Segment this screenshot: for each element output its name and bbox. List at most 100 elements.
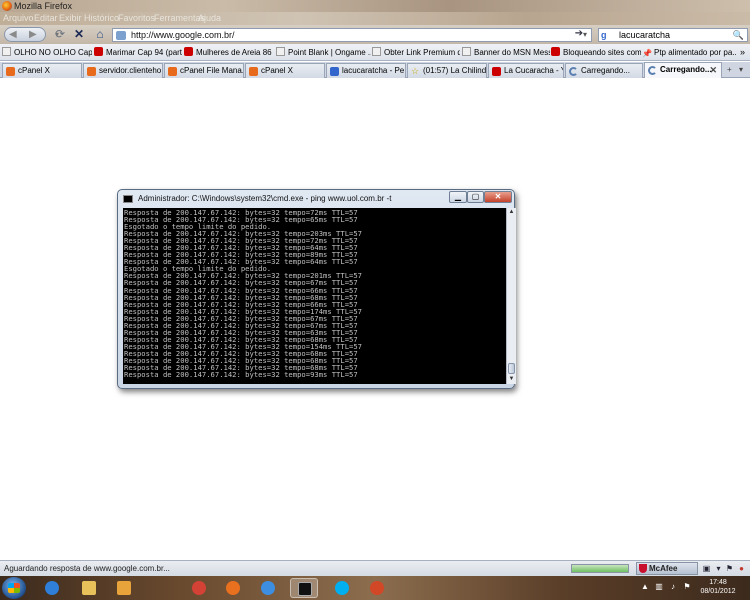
clock-time: 17:48 <box>709 579 727 586</box>
tray-show-hidden-icon[interactable]: ▲ <box>640 582 650 592</box>
page-icon <box>276 47 285 56</box>
site-identity-icon[interactable] <box>116 31 126 40</box>
taskbar-button-powerpoint[interactable] <box>363 578 391 598</box>
youtube-favicon-icon <box>492 67 501 76</box>
bookmarks-overflow-icon[interactable]: » <box>740 46 748 59</box>
url-bar[interactable]: http://www.google.com.br/ ▾ <box>112 28 592 42</box>
back-arrow-icon[interactable]: ◀ <box>9 28 17 41</box>
windows-logo-icon <box>8 583 20 593</box>
bookmark-item[interactable]: Bloqueando sites com ... <box>551 46 641 59</box>
home-icon[interactable]: ⌂ <box>92 27 108 42</box>
scroll-down-icon[interactable]: ▼ <box>507 375 516 384</box>
scroll-thumb[interactable] <box>508 363 515 374</box>
download-status-icon[interactable]: ● <box>736 563 747 574</box>
tab-strip: cPanel X servidor.clienteho... cPanel Fi… <box>0 62 750 78</box>
url-text[interactable]: http://www.google.com.br/ <box>131 29 235 41</box>
status-text: Aguardando resposta de www.google.com.br… <box>4 564 170 573</box>
tab-carregando-active[interactable]: Carregando... ✕ <box>644 62 722 78</box>
loading-progress-bar <box>571 564 629 573</box>
page-icon <box>2 47 11 56</box>
menu-arquivo[interactable]: Arquivo <box>3 13 34 24</box>
tab-lacucaratcha[interactable]: lacucaratcha - Pe... <box>326 63 406 78</box>
taskbar-button-media-player[interactable] <box>110 578 138 598</box>
tab-cpanel-x-2[interactable]: cPanel X <box>245 63 325 78</box>
close-button[interactable]: ✕ <box>484 191 512 203</box>
powerpoint-icon <box>370 581 384 595</box>
stop-icon[interactable]: ✕ <box>71 27 87 42</box>
title-bar: Mozilla Firefox <box>0 0 750 12</box>
taskbar-button-firefox[interactable] <box>219 578 247 598</box>
taskbar-button-cmd[interactable] <box>290 578 318 598</box>
search-input[interactable]: lacucaratcha <box>619 29 670 41</box>
bookmark-item[interactable]: Banner do MSN Messe... <box>462 46 550 59</box>
tab-cpanel-x[interactable]: cPanel X <box>2 63 82 78</box>
tab-la-cucaracha-youtube[interactable]: La Cucaracha - Y... <box>488 63 564 78</box>
console-output[interactable]: Resposta de 200.147.67.142: bytes=32 tem… <box>123 208 506 384</box>
console-scrollbar[interactable]: ▲ ▼ <box>506 208 516 384</box>
loading-spinner-icon <box>569 67 578 76</box>
bookmark-item[interactable]: Marimar Cap 94 (parte... <box>94 46 182 59</box>
internet-explorer-icon <box>45 581 59 595</box>
menu-editar[interactable]: Editar <box>34 13 58 24</box>
bookmark-item[interactable]: OLHO NO OLHO Capi... <box>2 46 92 59</box>
taskbar-button-explorer-folder[interactable] <box>75 578 103 598</box>
volume-icon[interactable]: ♪ <box>668 582 678 592</box>
bookmark-item[interactable]: Point Blank | Ongame ... <box>276 46 371 59</box>
google-search-engine-icon[interactable]: g <box>601 30 611 40</box>
mcafee-button[interactable]: McAfee <box>636 562 698 575</box>
bookmark-item[interactable]: 📌 Ptp alimentado por pa... <box>642 46 737 59</box>
cmd-window[interactable]: Administrador: C:\Windows\system32\cmd.e… <box>117 189 516 389</box>
page-icon <box>372 47 381 56</box>
navigation-toolbar: ◀ ▶ ▾ ⟳ ✕ ⌂ http://www.google.com.br/ ▾ … <box>0 25 750 44</box>
youtube-icon <box>184 47 193 56</box>
addon-status-icon[interactable]: ▣ <box>701 563 712 574</box>
taskbar-button-skype[interactable] <box>328 578 356 598</box>
taskbar-button-msn-messenger[interactable] <box>254 578 282 598</box>
mcafee-shield-icon <box>639 564 647 573</box>
status-dropdown-icon[interactable]: ▾ <box>713 563 724 574</box>
window-title: Mozilla Firefox <box>14 1 73 11</box>
new-tab-icon[interactable]: + <box>727 64 732 76</box>
progress-fill <box>572 565 628 572</box>
firefox-icon <box>226 581 240 595</box>
page-icon <box>462 47 471 56</box>
reload-icon[interactable]: ⟳ <box>52 27 68 42</box>
skype-icon <box>335 581 349 595</box>
bookmark-item[interactable]: Obter Link Premium d... <box>372 46 460 59</box>
action-center-icon[interactable]: ⚑ <box>682 582 692 592</box>
maximize-button[interactable]: ▢ <box>467 191 484 203</box>
clock[interactable]: 17:48 08/01/2012 <box>692 578 744 596</box>
tab-servidor[interactable]: servidor.clienteho... <box>83 63 163 78</box>
menu-historico[interactable]: Histórico <box>84 13 119 24</box>
firefox-logo-icon <box>2 1 12 11</box>
youtube-icon <box>551 47 560 56</box>
tab-list-icon[interactable]: ▾ <box>739 64 743 76</box>
taskbar-button-internet-explorer[interactable] <box>38 578 66 598</box>
status-bar: Aguardando resposta de www.google.com.br… <box>0 560 750 576</box>
minimize-button[interactable]: ▁ <box>449 191 467 203</box>
search-bar[interactable]: g lacucaratcha 🔍 <box>598 28 748 42</box>
star-favicon-icon: ☆ <box>411 66 420 76</box>
forward-arrow-icon[interactable]: ▶ <box>29 28 37 41</box>
tab-la-chilindrina[interactable]: ☆(01:57) La Chilindr... <box>407 63 487 78</box>
tab-cpanel-file-manager[interactable]: cPanel File Mana... <box>164 63 244 78</box>
close-tab-icon[interactable]: ✕ <box>709 63 717 77</box>
search-icon[interactable]: 🔍 <box>733 29 744 41</box>
back-forward-group: ◀ ▶ <box>4 27 46 42</box>
menu-favoritos[interactable]: Favoritos <box>118 13 155 24</box>
translate-icon[interactable]: ⚑ <box>724 563 735 574</box>
go-arrow-icon[interactable]: ➔ <box>572 28 586 40</box>
network-icon[interactable]: ▥ <box>654 582 664 592</box>
menu-ajuda[interactable]: Ajuda <box>198 13 221 24</box>
menu-exibir[interactable]: Exibir <box>59 13 82 24</box>
tab-carregando[interactable]: Carregando... <box>565 63 643 78</box>
scroll-up-icon[interactable]: ▲ <box>507 208 516 217</box>
taskbar-button-chrome[interactable] <box>185 578 213 598</box>
chrome-icon <box>192 581 206 595</box>
msn-messenger-icon <box>261 581 275 595</box>
bookmark-item[interactable]: Mulheres de Areia 86 -... <box>184 46 274 59</box>
start-button[interactable] <box>2 577 26 599</box>
menu-bar: Arquivo Editar Exibir Histórico Favorito… <box>0 12 750 25</box>
cmd-window-title: Administrador: C:\Windows\system32\cmd.e… <box>138 194 392 203</box>
loading-spinner-icon <box>648 66 657 75</box>
